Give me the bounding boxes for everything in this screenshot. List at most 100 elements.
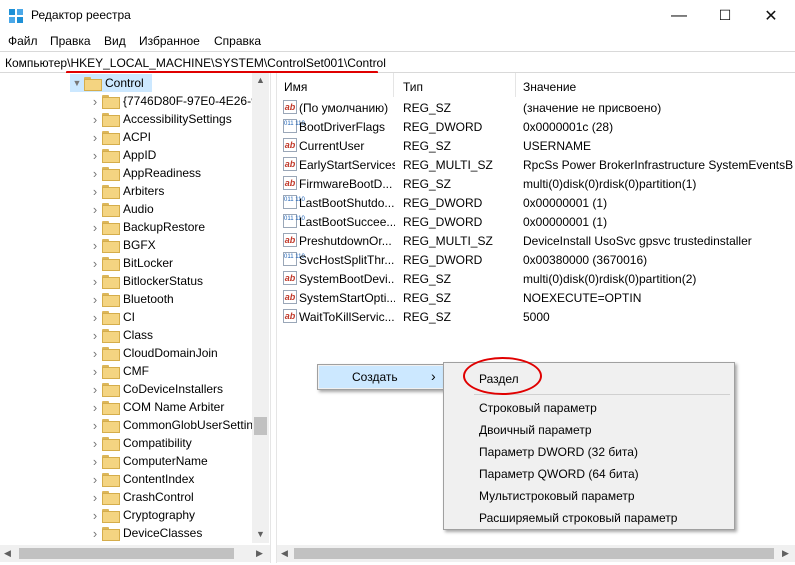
address-path[interactable]: Компьютер\HKEY_LOCAL_MACHINE\SYSTEM\Cont… <box>5 56 386 70</box>
menu-favorites[interactable]: Избранное <box>139 34 200 48</box>
chevron-right-icon[interactable]: › <box>88 308 102 326</box>
tree-item[interactable]: › COM Name Arbiter <box>88 398 224 416</box>
tree-item[interactable]: › ComputerName <box>88 452 208 470</box>
tree-vertical-scrollbar[interactable]: ▲ ▼ <box>252 73 269 543</box>
menu-item-qword-value[interactable]: Параметр QWORD (64 бита) <box>446 463 732 484</box>
chevron-right-icon[interactable]: › <box>88 146 102 164</box>
chevron-right-icon[interactable]: › <box>88 524 102 542</box>
chevron-right-icon[interactable]: › <box>88 506 102 524</box>
value-row[interactable]: ab (По умолчанию) REG_SZ (значение не присв… <box>277 98 795 117</box>
chevron-right-icon[interactable]: › <box>88 344 102 362</box>
value-row[interactable]: ab SystemStartOpti... REG_SZ NOEXECUTE=OPT… <box>277 288 795 307</box>
tree-item[interactable]: › Arbiters <box>88 182 164 200</box>
chevron-right-icon[interactable]: › <box>88 218 102 236</box>
tree-item[interactable]: › DeviceClasses <box>88 524 202 542</box>
chevron-right-icon[interactable]: › <box>88 362 102 380</box>
tree-item[interactable]: › Audio <box>88 200 154 218</box>
tree-item[interactable]: › Cryptography <box>88 506 195 524</box>
chevron-right-icon[interactable]: › <box>88 254 102 272</box>
minimize-button[interactable]: — <box>656 0 702 31</box>
chevron-right-icon[interactable]: › <box>88 164 102 182</box>
pane-splitter[interactable] <box>270 73 277 563</box>
chevron-right-icon[interactable]: › <box>88 272 102 290</box>
value-row[interactable]: ab FirmwareBootD... REG_SZ multi(0)disk(0)r… <box>277 174 795 193</box>
value-row[interactable]: ab EarlyStartServices REG_MULTI_SZ RpcSs Po… <box>277 155 795 174</box>
tree-item[interactable]: › AppReadiness <box>88 164 201 182</box>
tree-item[interactable]: › Bluetooth <box>88 290 174 308</box>
chevron-right-icon[interactable]: › <box>88 326 102 344</box>
tree-item-control[interactable]: ▼ Control <box>70 74 152 92</box>
value-row[interactable]: 011 110 LastBootSuccee... REG_DWORD 0x00000… <box>277 212 795 231</box>
tree-item-label: AccessibilitySettings <box>123 112 232 126</box>
menu-item-expandable-string-value[interactable]: Расширяемый строковый параметр <box>446 507 732 528</box>
value-row[interactable]: 011 110 SvcHostSplitThr... REG_DWORD 0x0038… <box>277 250 795 269</box>
tree-item[interactable]: › CI <box>88 308 135 326</box>
chevron-right-icon[interactable]: › <box>88 290 102 308</box>
title-bar: Редактор реестра — ☐ ✕ <box>0 0 795 31</box>
values-horizontal-scrollbar[interactable]: ◀ ▶ <box>277 545 795 562</box>
scroll-down-icon[interactable]: ▼ <box>256 529 265 539</box>
menu-item-string-value[interactable]: Строковый параметр <box>446 397 732 418</box>
scrollbar-thumb[interactable] <box>294 548 774 559</box>
tree-item[interactable]: › AccessibilitySettings <box>88 110 232 128</box>
column-header-type[interactable]: Тип <box>394 73 516 97</box>
value-row[interactable]: 011 110 LastBootShutdo... REG_DWORD 0x00000… <box>277 193 795 212</box>
tree-item[interactable]: › CrashControl <box>88 488 194 506</box>
menu-view[interactable]: Вид <box>104 34 126 48</box>
chevron-down-icon[interactable]: ▼ <box>70 74 84 92</box>
column-header-name[interactable]: Имя <box>277 73 394 97</box>
chevron-right-icon[interactable]: › <box>88 470 102 488</box>
chevron-right-icon[interactable]: › <box>88 110 102 128</box>
tree-item[interactable]: › BGFX <box>88 236 156 254</box>
tree-item[interactable]: › CloudDomainJoin <box>88 344 218 362</box>
tree-item[interactable]: › BitLocker <box>88 254 173 272</box>
menu-file[interactable]: Файл <box>8 34 38 48</box>
chevron-right-icon[interactable]: › <box>88 236 102 254</box>
value-row[interactable]: 011 110 BootDriverFlags REG_DWORD 0x0000001… <box>277 117 795 136</box>
scroll-right-icon[interactable]: ▶ <box>782 548 789 559</box>
chevron-right-icon[interactable]: › <box>88 398 102 416</box>
chevron-right-icon[interactable]: › <box>88 434 102 452</box>
chevron-right-icon[interactable]: › <box>88 200 102 218</box>
menu-item-multi-string-value[interactable]: Мультистроковый параметр <box>446 485 732 506</box>
scroll-left-icon[interactable]: ◀ <box>281 548 288 559</box>
value-row[interactable]: ab PreshutdownOr... REG_MULTI_SZ DeviceInst… <box>277 231 795 250</box>
tree-item[interactable]: › AppID <box>88 146 156 164</box>
menu-item-dword-value[interactable]: Параметр DWORD (32 бита) <box>446 441 732 462</box>
tree-item[interactable]: › Class <box>88 326 153 344</box>
menu-item-binary-value[interactable]: Двоичный параметр <box>446 419 732 440</box>
tree-item[interactable]: › CoDeviceInstallers <box>88 380 223 398</box>
address-bar[interactable]: Компьютер\HKEY_LOCAL_MACHINE\SYSTEM\Cont… <box>0 51 795 73</box>
close-button[interactable]: ✕ <box>748 0 794 31</box>
maximize-button[interactable]: ☐ <box>702 0 748 31</box>
tree-item[interactable]: › BackupRestore <box>88 218 205 236</box>
chevron-right-icon[interactable]: › <box>88 416 102 434</box>
chevron-right-icon[interactable]: › <box>88 452 102 470</box>
tree-item[interactable]: › CMF <box>88 362 149 380</box>
tree-item[interactable]: › ACPI <box>88 128 151 146</box>
value-row[interactable]: ab WaitToKillServic... REG_SZ 5000 <box>277 307 795 326</box>
chevron-right-icon[interactable]: › <box>88 488 102 506</box>
chevron-right-icon[interactable]: › <box>88 182 102 200</box>
menu-help[interactable]: Справка <box>214 34 261 48</box>
tree-item[interactable]: › Compatibility <box>88 434 192 452</box>
tree-item[interactable]: › BitlockerStatus <box>88 272 203 290</box>
menu-item-create[interactable]: Создать › <box>319 366 443 388</box>
tree-item[interactable]: › CommonGlobUserSettin <box>88 416 253 434</box>
tree-item[interactable]: › {7746D80F-97E0-4E26-95 <box>88 92 264 110</box>
tree-horizontal-scrollbar[interactable]: ◀ ▶ <box>0 545 270 562</box>
scroll-right-icon[interactable]: ▶ <box>256 548 263 559</box>
scrollbar-thumb[interactable] <box>254 417 267 435</box>
chevron-right-icon[interactable]: › <box>88 128 102 146</box>
chevron-right-icon[interactable]: › <box>88 380 102 398</box>
scroll-up-icon[interactable]: ▲ <box>256 75 265 85</box>
value-row[interactable]: ab CurrentUser REG_SZ USERNAME <box>277 136 795 155</box>
column-header-data[interactable]: Значение <box>516 73 795 97</box>
folder-icon <box>102 257 120 271</box>
tree-item[interactable]: › ContentIndex <box>88 470 194 488</box>
chevron-right-icon[interactable]: › <box>88 92 102 110</box>
scroll-left-icon[interactable]: ◀ <box>4 548 11 559</box>
value-row[interactable]: ab SystemBootDevi... REG_SZ multi(0)disk(0)… <box>277 269 795 288</box>
menu-edit[interactable]: Правка <box>50 34 91 48</box>
scrollbar-thumb[interactable] <box>19 548 234 559</box>
